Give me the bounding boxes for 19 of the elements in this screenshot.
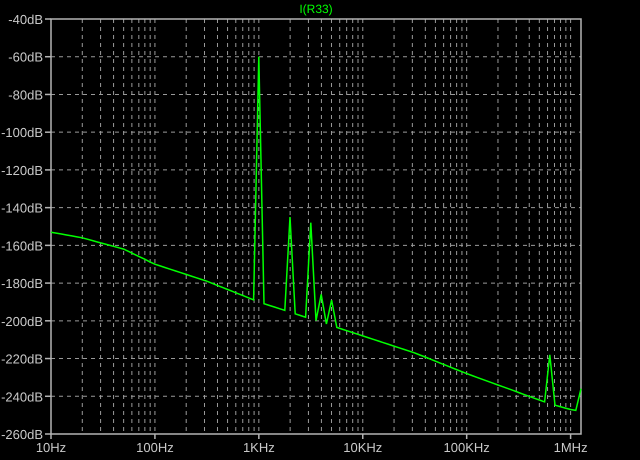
x-tick-label: 10KHz — [343, 440, 382, 455]
x-tick-label: 1KHz — [242, 440, 275, 455]
y-tick-label: -80dB — [8, 87, 43, 102]
y-tick-label: -60dB — [8, 50, 43, 65]
y-tick-label: -220dB — [1, 352, 43, 367]
y-tick-label: -40dB — [8, 12, 43, 27]
trace-name: I(R33) — [299, 2, 333, 16]
x-tick-label: 10Hz — [36, 440, 66, 455]
y-tick-label: -260dB — [1, 427, 43, 442]
y-tick-label: -160dB — [1, 238, 43, 254]
y-tick-label: -120dB — [1, 162, 43, 178]
y-tick-label: -140dB — [1, 200, 43, 216]
x-tick-label: 100KHz — [444, 440, 490, 455]
x-tick-label: 1MHz — [554, 440, 588, 455]
y-tick-label: -240dB — [1, 389, 43, 404]
x-tick-label: 100Hz — [136, 440, 174, 455]
y-tick-label: -100dB — [1, 125, 43, 140]
y-tick-label: -200dB — [1, 314, 43, 329]
y-tick-label: -180dB — [1, 276, 43, 292]
